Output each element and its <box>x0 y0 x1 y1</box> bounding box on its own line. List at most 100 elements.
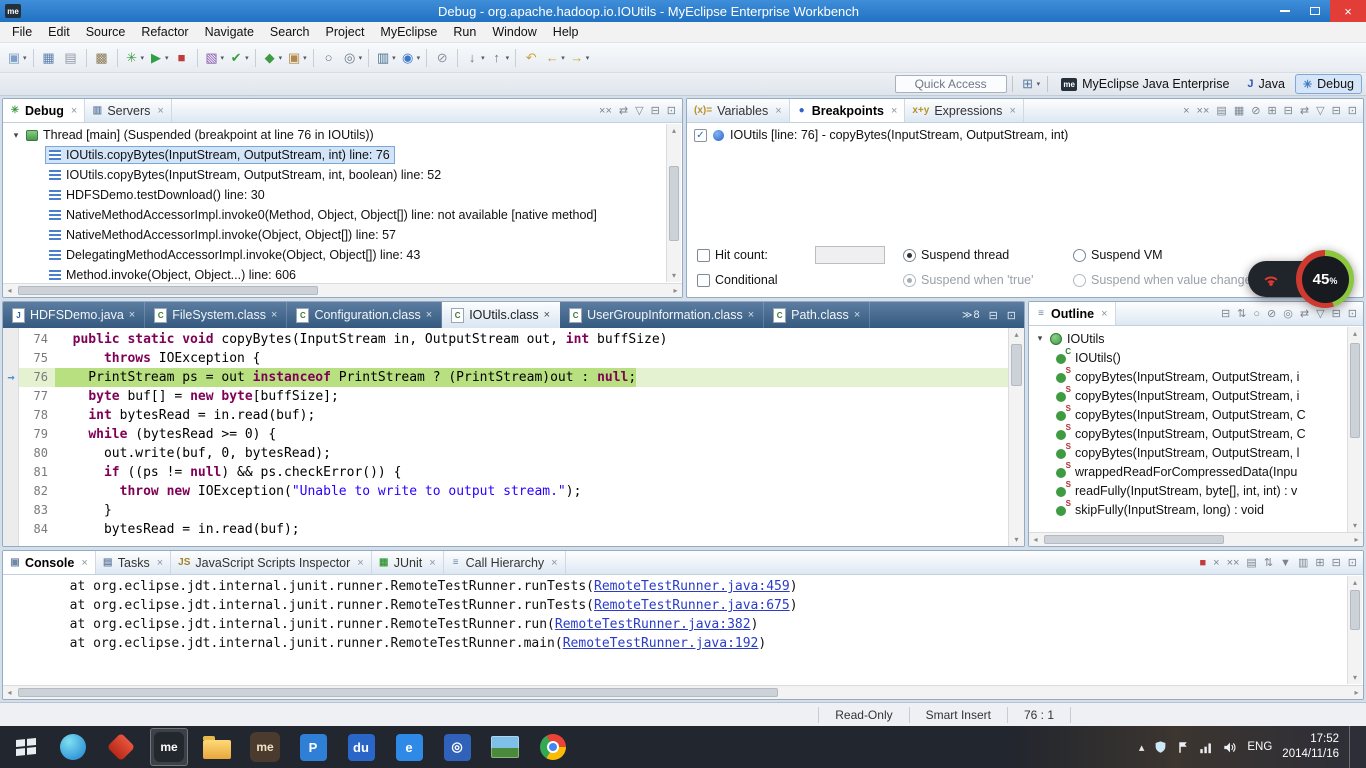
maximize-button[interactable] <box>1300 0 1330 22</box>
editor-tab-filesystem-class[interactable]: CFileSystem.class× <box>145 302 287 328</box>
clock[interactable]: 17:52 2014/11/16 <box>1282 732 1339 762</box>
collapse-all-icon[interactable]: ⊟ <box>1221 307 1230 320</box>
annotation-gutter[interactable] <box>3 482 19 501</box>
close-icon[interactable]: × <box>129 309 135 321</box>
scroll-left-icon[interactable]: ◂ <box>3 686 16 699</box>
scroll-left-icon[interactable]: ◂ <box>3 284 16 297</box>
previous-annotation-icon[interactable]: ↑▾ <box>487 46 512 70</box>
thread-row[interactable]: ▾Thread [main] (Suspended (breakpoint at… <box>3 125 666 145</box>
console-tab-console[interactable]: ▣Console× <box>3 551 96 574</box>
code-line-83[interactable]: 83 } <box>3 501 1008 520</box>
close-icon[interactable]: × <box>426 309 432 321</box>
code-line-81[interactable]: 81 if ((ps != null) && ps.checkError()) … <box>3 463 1008 482</box>
stack-trace-link[interactable]: RemoteTestRunner.java:459 <box>594 579 790 594</box>
scroll-lock-icon[interactable]: ⇅ <box>1264 556 1273 569</box>
scroll-right-icon[interactable]: ▸ <box>1350 533 1363 546</box>
outline-hscroll[interactable]: ◂ ▸ <box>1029 532 1363 546</box>
close-icon[interactable]: × <box>81 557 87 569</box>
annotation-gutter[interactable] <box>3 349 19 368</box>
view-menu-icon[interactable]: ▽ <box>1316 307 1324 320</box>
conditional-checkbox[interactable] <box>697 274 710 287</box>
print-icon[interactable]: ▤ <box>60 46 82 70</box>
minimize-icon[interactable]: ⊟ <box>1332 104 1341 117</box>
debug-vscroll[interactable]: ▴ ▾ <box>666 124 681 282</box>
hit-count-checkbox[interactable] <box>697 249 710 262</box>
menu-file[interactable]: File <box>4 23 40 41</box>
maximize-icon[interactable]: ⊡ <box>1348 307 1357 320</box>
view-menu-icon[interactable]: ▽ <box>635 104 643 117</box>
expand-all-icon[interactable]: ⊞ <box>1267 104 1276 117</box>
myeclipse-app-icon[interactable]: me <box>150 728 188 766</box>
scroll-thumb[interactable] <box>1044 535 1224 544</box>
debug-tab-debug[interactable]: ✳Debug× <box>3 99 85 122</box>
scroll-thumb[interactable] <box>1350 590 1360 630</box>
red-app-icon[interactable] <box>102 728 140 766</box>
stack-frame[interactable]: NativeMethodAccessorImpl.invoke0(Method,… <box>3 205 666 225</box>
connect-icon[interactable]: ⇄ <box>619 104 628 117</box>
new-class-icon[interactable]: ◆▾ <box>260 46 285 70</box>
close-icon[interactable]: × <box>748 309 754 321</box>
close-icon[interactable]: × <box>157 557 163 569</box>
scroll-up-icon[interactable]: ▴ <box>1348 576 1362 589</box>
scroll-down-icon[interactable]: ▾ <box>1348 519 1362 532</box>
stack-frame[interactable]: HDFSDemo.testDownload() line: 30 <box>3 185 666 205</box>
open-console-icon[interactable]: ⊞ <box>1315 556 1324 569</box>
close-button[interactable]: × <box>1330 0 1366 22</box>
outline-item[interactable]: SskipFully(InputStream, long) : void <box>1029 500 1347 519</box>
minimize-icon[interactable]: ⊟ <box>1332 307 1341 320</box>
stack-trace-link[interactable]: RemoteTestRunner.java:382 <box>555 617 751 632</box>
editor-tab-configuration-class[interactable]: CConfiguration.class× <box>287 302 442 328</box>
link-with-debug-icon[interactable]: ⇄ <box>1300 104 1309 117</box>
minimize-icon[interactable]: ⊟ <box>1332 556 1341 569</box>
scroll-up-icon[interactable]: ▴ <box>667 124 681 137</box>
terminate-icon[interactable]: ■ <box>1199 557 1206 569</box>
show-desktop-button[interactable] <box>1349 726 1356 768</box>
hide-fields-icon[interactable]: ○ <box>1253 308 1260 320</box>
outline-item[interactable]: ScopyBytes(InputStream, OutputStream, l <box>1029 443 1347 462</box>
console-tab-call-hierarchy[interactable]: ≡Call Hierarchy× <box>444 551 566 574</box>
suspend-thread-radio[interactable] <box>903 249 916 262</box>
scroll-right-icon[interactable]: ▸ <box>1350 686 1363 699</box>
clear-console-icon[interactable]: ▤ <box>1246 556 1256 569</box>
console-tab-tasks[interactable]: ▤Tasks× <box>96 551 171 574</box>
display-selected-console-icon[interactable]: ▥ <box>1298 556 1308 569</box>
code-line-74[interactable]: 74 public static void copyBytes(InputStr… <box>3 330 1008 349</box>
breakpoints-tab-expressions[interactable]: x+yExpressions× <box>905 99 1024 122</box>
action-center-flag-icon[interactable] <box>1177 741 1189 754</box>
outline-vscroll[interactable]: ▴ ▾ <box>1347 327 1362 532</box>
menu-search[interactable]: Search <box>262 23 318 41</box>
stack-frame[interactable]: NativeMethodAccessorImpl.invoke(Object, … <box>3 225 666 245</box>
code-line-78[interactable]: 78 int bytesRead = in.read(buf); <box>3 406 1008 425</box>
open-perspective-icon[interactable]: ⊞▾ <box>1018 72 1043 96</box>
view-menu-icon[interactable]: ▽ <box>1316 104 1324 117</box>
scroll-thumb[interactable] <box>1011 344 1022 386</box>
junit-icon[interactable]: ✔▾ <box>226 46 251 70</box>
breakpoints-tab-breakpoints[interactable]: ●Breakpoints× <box>790 99 906 122</box>
hit-count-input[interactable] <box>815 246 885 264</box>
close-icon[interactable]: × <box>854 309 860 321</box>
skip-breakpoints-icon[interactable]: ⊘ <box>431 46 453 70</box>
scroll-down-icon[interactable]: ▾ <box>1348 671 1362 684</box>
last-edit-location-icon[interactable]: ↶ <box>520 46 542 70</box>
skip-all-breakpoints-icon[interactable]: ⊘ <box>1251 104 1260 117</box>
outline-item[interactable]: CIOUtils() <box>1029 348 1347 367</box>
perspective-myeclipse-java-enterprise[interactable]: meMyEclipse Java Enterprise <box>1053 74 1237 94</box>
debug-tab-servers[interactable]: ▥Servers× <box>85 99 172 122</box>
debug-icon[interactable]: ✳▾ <box>122 46 147 70</box>
run-icon[interactable]: ▶▾ <box>146 46 171 70</box>
console-tab-javascript-scripts-inspector[interactable]: JSJavaScript Scripts Inspector× <box>171 551 372 574</box>
breakpoint-row[interactable]: ✓IOUtils [line: 76] - copyBytes(InputStr… <box>694 128 1356 142</box>
maximize-icon[interactable]: ⊡ <box>1348 104 1357 117</box>
collapse-all-icon[interactable]: ⊟ <box>1284 104 1293 117</box>
web-browser-icon[interactable]: ◉▾ <box>398 46 423 70</box>
pin-console-icon[interactable]: ▼ <box>1280 557 1291 569</box>
annotation-gutter[interactable] <box>3 425 19 444</box>
remove-breakpoint-icon[interactable]: × <box>1183 105 1189 117</box>
scroll-left-icon[interactable]: ◂ <box>1029 533 1042 546</box>
editor-tab-usergroupinformation-class[interactable]: CUserGroupInformation.class× <box>560 302 764 328</box>
save-icon[interactable]: ▦ <box>38 46 60 70</box>
remove-launch-icon[interactable]: × <box>1213 557 1219 569</box>
scroll-thumb[interactable] <box>18 688 778 697</box>
scroll-up-icon[interactable]: ▴ <box>1348 327 1362 340</box>
sort-icon[interactable]: ⇅ <box>1237 307 1246 320</box>
